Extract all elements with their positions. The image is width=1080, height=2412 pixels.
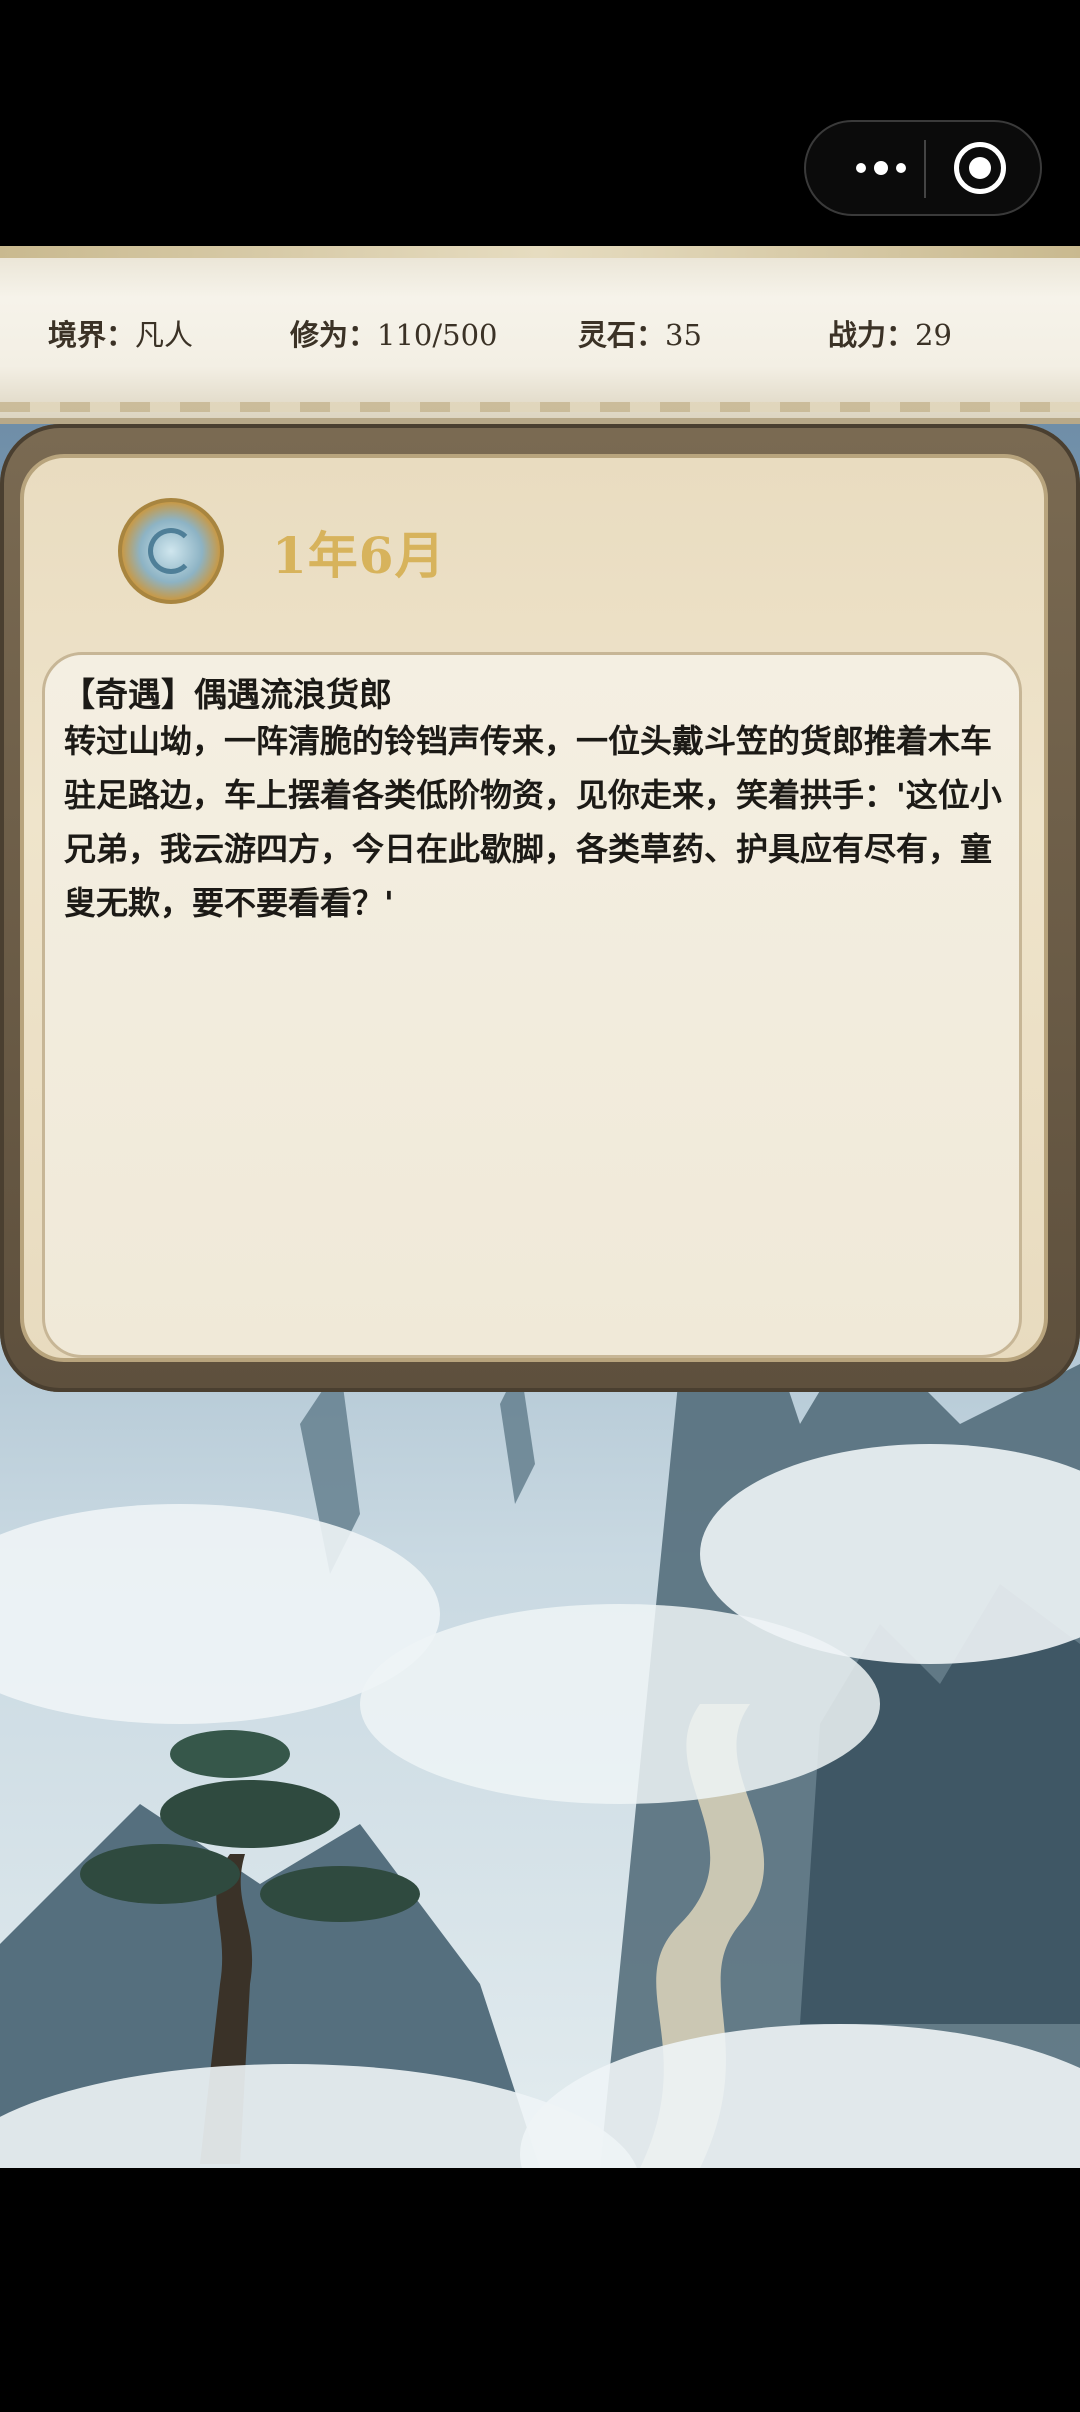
power-label: 战力： bbox=[828, 318, 916, 352]
mini-program-capsule bbox=[804, 120, 1042, 216]
spirit-stone-stat: 灵石：35 bbox=[578, 312, 702, 354]
status-bar-area bbox=[0, 0, 1080, 246]
spirit-stone-value: 35 bbox=[665, 318, 702, 352]
event-description: 转过山坳，一阵清脆的铃铛声传来，一位头戴斗笠的货郎推着木车驻足路边，车上摆着各类… bbox=[64, 722, 1002, 922]
stats-bar: 境界：凡人 修为：110/500 灵石：35 战力：29 bbox=[0, 246, 1080, 424]
more-dots-icon[interactable] bbox=[836, 122, 926, 214]
realm-value: 凡人 bbox=[135, 318, 194, 352]
cultivation-value: 110/500 bbox=[377, 318, 498, 352]
realm-label: 境界： bbox=[48, 318, 136, 352]
cultivation-label: 修为： bbox=[290, 318, 378, 352]
game-date: 1年6月 bbox=[272, 526, 446, 585]
spiral-emblem-icon bbox=[118, 498, 224, 604]
dot bbox=[896, 163, 906, 173]
close-target-icon[interactable] bbox=[954, 142, 1006, 194]
event-title: 【奇遇】偶遇流浪货郎 bbox=[62, 675, 392, 714]
realm-stat: 境界：凡人 bbox=[48, 312, 193, 354]
capsule-divider bbox=[924, 140, 926, 198]
cultivation-stat: 修为：110/500 bbox=[290, 312, 498, 354]
dot bbox=[856, 163, 866, 173]
power-value: 29 bbox=[915, 318, 952, 352]
bottom-black-area bbox=[0, 2168, 1080, 2412]
power-stat: 战力：29 bbox=[828, 312, 952, 354]
spirit-stone-label: 灵石： bbox=[578, 318, 666, 352]
dot bbox=[874, 161, 888, 175]
